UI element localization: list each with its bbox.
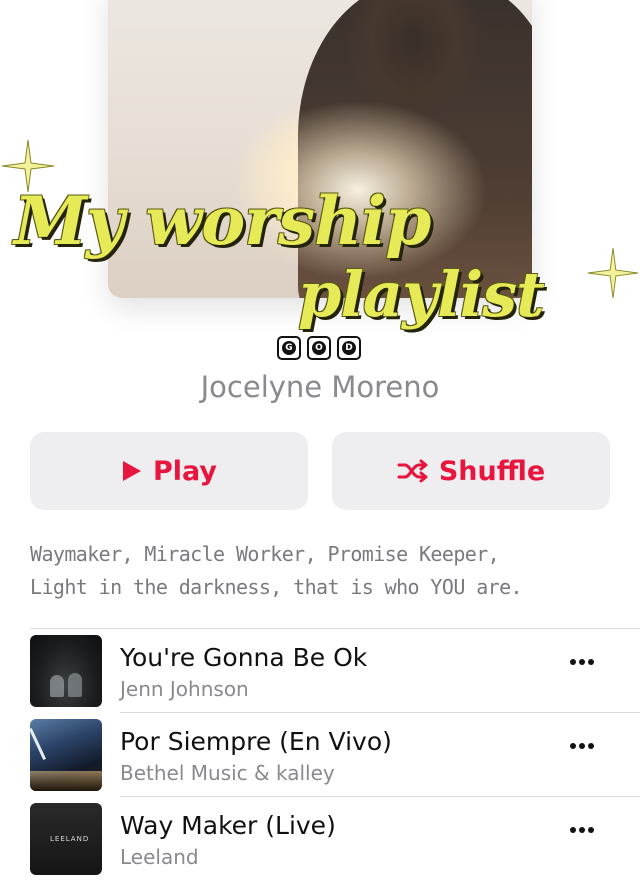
song-artist: Jenn Johnson bbox=[120, 677, 249, 701]
badge-letter-box: O bbox=[307, 336, 331, 360]
god-badge: G O D bbox=[277, 336, 361, 360]
description-line: Light in the darkness, that is who YOU a… bbox=[30, 575, 523, 599]
play-button[interactable]: Play bbox=[30, 432, 308, 510]
shuffle-button[interactable]: Shuffle bbox=[332, 432, 610, 510]
song-artist: Leeland bbox=[120, 845, 199, 869]
song-row[interactable]: LEELAND Way Maker (Live) Leeland bbox=[0, 797, 640, 881]
song-title: Way Maker (Live) bbox=[120, 811, 336, 840]
badge-letter: O bbox=[312, 341, 326, 355]
play-button-label: Play bbox=[152, 455, 218, 487]
badge-letter: D bbox=[342, 341, 356, 355]
badge-letter-box: D bbox=[337, 336, 361, 360]
overlay-title-line-1: My worship bbox=[14, 182, 431, 260]
shuffle-icon bbox=[397, 459, 428, 483]
song-title: You're Gonna Be Ok bbox=[120, 643, 368, 672]
song-artwork: LEELAND bbox=[30, 803, 102, 875]
more-icon[interactable] bbox=[570, 659, 594, 665]
play-icon bbox=[122, 461, 141, 481]
sparkle-icon bbox=[587, 247, 639, 299]
overlay-title-line-2: playlist bbox=[298, 258, 545, 331]
song-artwork bbox=[30, 719, 102, 791]
badge-letter-box: G bbox=[277, 336, 301, 360]
song-artist: Bethel Music & kalley bbox=[120, 761, 335, 785]
badge-letter: G bbox=[282, 341, 296, 355]
song-row[interactable]: You're Gonna Be Ok Jenn Johnson bbox=[0, 629, 640, 713]
song-title: Por Siempre (En Vivo) bbox=[120, 727, 392, 756]
playlist-curator[interactable]: Jocelyne Moreno bbox=[0, 370, 640, 404]
artwork-text: LEELAND bbox=[50, 835, 90, 843]
more-icon[interactable] bbox=[570, 743, 594, 749]
playlist-description[interactable]: Waymaker, Miracle Worker, Promise Keeper… bbox=[30, 538, 610, 604]
description-line: Waymaker, Miracle Worker, Promise Keeper… bbox=[30, 542, 500, 566]
song-artwork bbox=[30, 635, 102, 707]
shuffle-button-label: Shuffle bbox=[438, 455, 546, 487]
song-row[interactable]: Por Siempre (En Vivo) Bethel Music & kal… bbox=[0, 713, 640, 797]
more-icon[interactable] bbox=[570, 827, 594, 833]
